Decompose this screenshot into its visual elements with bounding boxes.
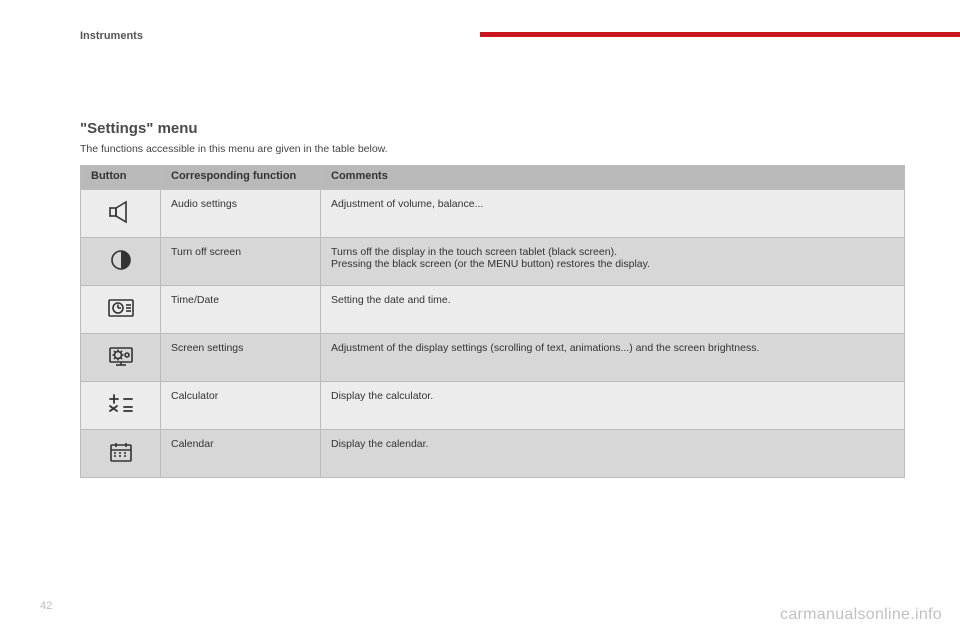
content-area: "Settings" menu The functions accessible… (80, 120, 905, 478)
settings-table: Button Corresponding function Comments (80, 165, 905, 478)
table-row: Calculator Display the calculator. (81, 382, 905, 430)
comments-cell: Display the calendar. (321, 430, 905, 478)
table-row: Screen settings Adjustment of the displa… (81, 334, 905, 382)
calculator-icon (108, 393, 134, 418)
calendar-icon (108, 441, 134, 466)
watermark: carmanualsonline.info (780, 606, 942, 624)
clock-box-icon (106, 297, 136, 322)
th-button: Button (81, 166, 161, 190)
comments-cell: Turns off the display in the touch scree… (321, 238, 905, 286)
screen-settings-icon (106, 344, 136, 371)
page-number: 42 (40, 600, 52, 612)
th-comments: Comments (321, 166, 905, 190)
contrast-icon (109, 248, 133, 275)
table-row: Time/Date Setting the date and time. (81, 286, 905, 334)
table-row: Turn off screen Turns off the display in… (81, 238, 905, 286)
page-title: "Settings" menu (80, 120, 905, 137)
icon-cell (81, 334, 161, 382)
icon-cell (81, 430, 161, 478)
table-row: Calendar Display the calendar. (81, 430, 905, 478)
function-cell: Calculator (161, 382, 321, 430)
function-cell: Time/Date (161, 286, 321, 334)
function-cell: Audio settings (161, 190, 321, 238)
table-row: Audio settings Adjustment of volume, bal… (81, 190, 905, 238)
comments-cell: Display the calculator. (321, 382, 905, 430)
icon-cell (81, 190, 161, 238)
page: Instruments "Settings" menu The function… (0, 0, 960, 640)
header-accent-bar (480, 32, 960, 37)
function-cell: Calendar (161, 430, 321, 478)
comments-cell: Setting the date and time. (321, 286, 905, 334)
icon-cell (81, 238, 161, 286)
function-cell: Turn off screen (161, 238, 321, 286)
comments-cell: Adjustment of volume, balance... (321, 190, 905, 238)
icon-cell (81, 286, 161, 334)
table-header-row: Button Corresponding function Comments (81, 166, 905, 190)
speaker-icon (106, 200, 136, 227)
th-function: Corresponding function (161, 166, 321, 190)
function-cell: Screen settings (161, 334, 321, 382)
page-subtitle: The functions accessible in this menu ar… (80, 143, 905, 155)
section-label: Instruments (80, 30, 143, 42)
comments-cell: Adjustment of the display settings (scro… (321, 334, 905, 382)
icon-cell (81, 382, 161, 430)
